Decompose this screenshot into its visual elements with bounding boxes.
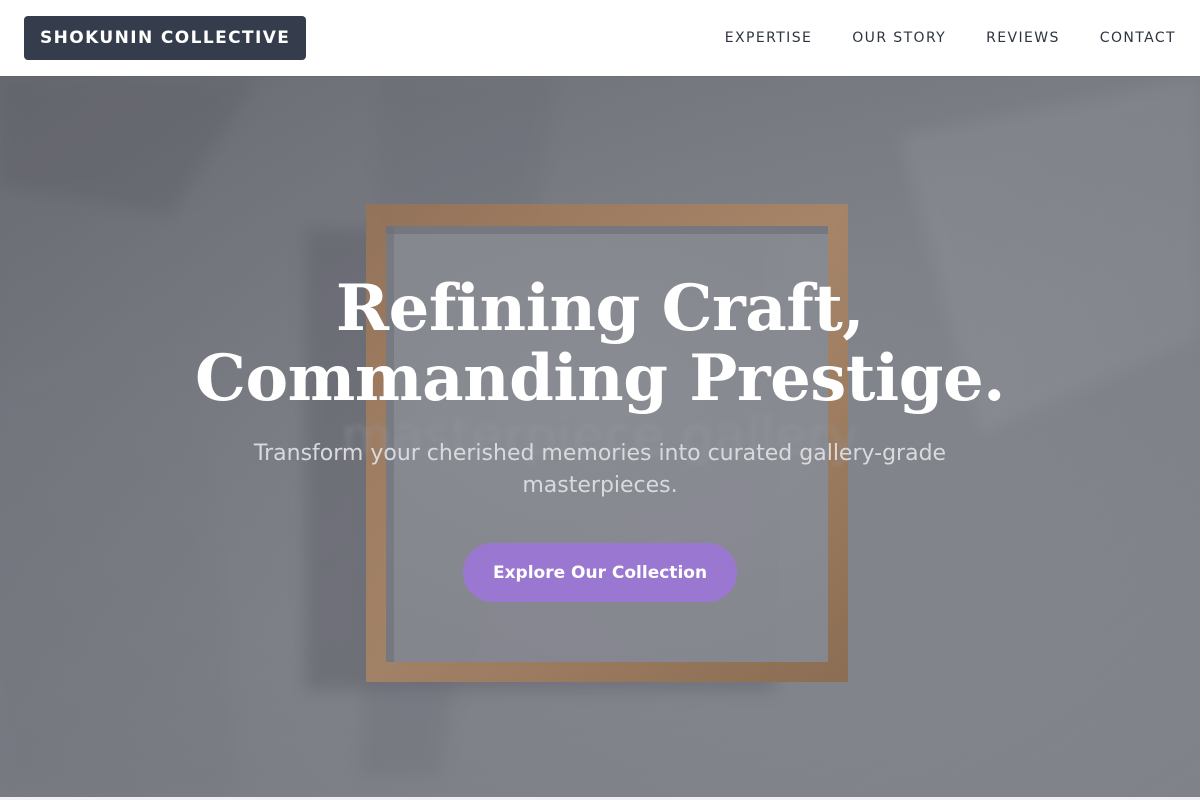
hero-title-line-1: Refining Craft, <box>335 271 865 346</box>
brand-logo[interactable]: SHOKUNIN COLLECTIVE <box>24 16 307 60</box>
hero-title: Refining Craft, Commanding Prestige. <box>0 274 1200 414</box>
hero-content: Refining Craft, Commanding Prestige. Tra… <box>0 76 1200 797</box>
hero-section: masterpiece gallery Refining Craft, Comm… <box>0 76 1200 797</box>
nav-link-our-story[interactable]: OUR STORY <box>852 30 946 46</box>
explore-collection-button[interactable]: Explore Our Collection <box>463 543 737 602</box>
main-nav: EXPERTISE OUR STORY REVIEWS CONTACT <box>725 30 1176 46</box>
nav-link-contact[interactable]: CONTACT <box>1100 30 1176 46</box>
nav-link-reviews[interactable]: REVIEWS <box>986 30 1060 46</box>
hero-title-line-2: Commanding Prestige. <box>195 341 1005 416</box>
hero-subtitle: Transform your cherished memories into c… <box>253 441 947 498</box>
site-header: SHOKUNIN COLLECTIVE EXPERTISE OUR STORY … <box>0 0 1200 76</box>
nav-link-expertise[interactable]: EXPERTISE <box>725 30 812 46</box>
